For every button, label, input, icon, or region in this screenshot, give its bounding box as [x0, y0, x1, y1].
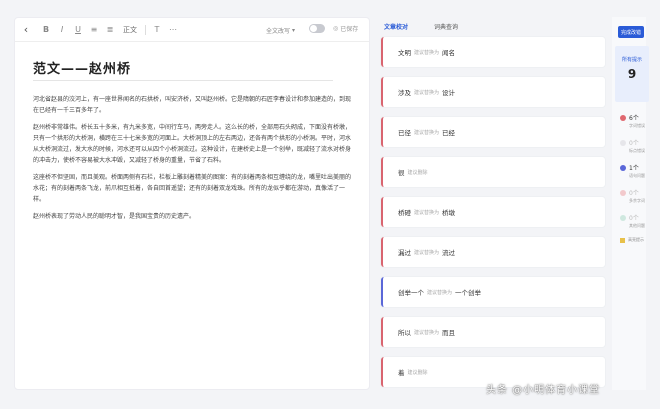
more-icon[interactable]: ⋯	[166, 22, 180, 38]
suggestion-card[interactable]: 漏过 建议替换为 流过	[381, 237, 605, 267]
editor-panel: ‹ B I U ≡ ≣ 正文 T ⋯ 范文——赵州桥 河北省赵县的洨河上，有一座…	[14, 17, 370, 390]
original-word: 涉及	[398, 89, 411, 97]
original-word: 已径	[398, 129, 411, 137]
suggestion-hint: 建议替换为	[427, 289, 453, 296]
suggestion-card[interactable]: 很 建议删除	[381, 157, 605, 187]
original-word: 所以	[398, 329, 411, 337]
review-tabs: 文章校对 词典查询	[384, 22, 484, 39]
suggested-word: 桥墩	[442, 209, 456, 217]
highlight-toggle[interactable]: 高亮提示	[620, 237, 644, 243]
paragraph[interactable]: 赵州桥非常雄伟。桥长五十多米，有九米多宽，中间行车马，两旁走人。这么长的桥，全部…	[33, 122, 351, 166]
saved-status: ◎ 已保存	[333, 24, 358, 33]
suggested-word: 设计	[442, 89, 456, 97]
toolbar-divider	[145, 24, 146, 35]
suggestion-hint: 建议删除	[407, 169, 428, 176]
original-word: 漏过	[398, 249, 411, 257]
mode-select[interactable]: 全文改写 ▾	[266, 24, 295, 36]
document-title[interactable]: 范文——赵州桥	[33, 58, 131, 77]
category-count: 1个	[629, 165, 639, 172]
category-other[interactable]: 0个 其他问题	[620, 213, 650, 229]
suggested-word: 已经	[442, 129, 456, 137]
category-redundant[interactable]: 0个 多余字词	[620, 188, 650, 204]
category-name: 多余字词	[629, 198, 645, 203]
tab-proofread[interactable]: 文章校对	[384, 22, 409, 39]
list-button[interactable]: ≣	[103, 22, 117, 38]
suggestion-card[interactable]: 涉及 建议替换为 设计	[381, 77, 605, 107]
highlight-icon	[620, 237, 625, 243]
title-divider	[33, 80, 333, 81]
suggestion-hint: 建议删除	[407, 369, 428, 376]
suggestion-card[interactable]: 文明 建议替换为 闻名	[381, 37, 605, 67]
font-style-select[interactable]: 正文	[119, 25, 141, 35]
category-dot	[620, 214, 626, 221]
category-sentence[interactable]: 1个 语句问题	[620, 163, 650, 179]
paragraph[interactable]: 赵州桥表现了劳动人民的聪明才智，是我国宝贵的历史遗产。	[33, 211, 351, 222]
suggestion-hint: 建议替换为	[414, 249, 440, 256]
suggestion-hint: 建议替换为	[414, 89, 440, 96]
suggested-word: 而且	[442, 329, 456, 337]
category-count: 0个	[629, 215, 639, 222]
original-word: 着	[398, 369, 405, 377]
issues-sidebar: 完成改错 所有提示 9 6个 字词错误 0个 标点错误 1个 语句问题 0个 多…	[612, 17, 649, 390]
mode-toggle[interactable]	[309, 24, 325, 33]
category-dot	[620, 164, 626, 171]
text-size-icon[interactable]: T	[150, 22, 164, 38]
category-name: 其他问题	[629, 223, 645, 228]
italic-button[interactable]: I	[55, 22, 69, 38]
category-dot	[620, 114, 626, 121]
category-name: 标点错误	[629, 148, 645, 153]
all-issues-summary[interactable]: 所有提示 9	[615, 46, 649, 102]
back-icon[interactable]: ‹	[19, 22, 33, 38]
paragraph[interactable]: 这座桥不但坚固，而且美观。桥面两侧有石栏，栏板上雕刻着精美的图案：有的刻着两条相…	[33, 172, 351, 205]
category-name: 语句问题	[629, 173, 645, 178]
finish-correction-button[interactable]: 完成改错	[618, 26, 644, 38]
document-body[interactable]: 河北省赵县的洨河上，有一座世界闻名的石拱桥，叫安济桥，又叫赵州桥。它是隋朝的石匠…	[33, 94, 351, 228]
category-dot	[620, 189, 626, 196]
category-word-errors[interactable]: 6个 字词错误	[620, 113, 650, 129]
paragraph[interactable]: 河北省赵县的洨河上，有一座世界闻名的石拱桥，叫安济桥，又叫赵州桥。它是隋朝的石匠…	[33, 94, 351, 116]
original-word: 创举一个	[398, 289, 424, 297]
suggested-word: 闻名	[442, 49, 456, 57]
suggestion-card[interactable]: 已径 建议替换为 已经	[381, 117, 605, 147]
suggestion-card[interactable]: 桥磴 建议替换为 桥墩	[381, 197, 605, 227]
suggested-word: 流过	[442, 249, 456, 257]
original-word: 文明	[398, 49, 411, 57]
suggestion-card[interactable]: 所以 建议替换为 而且	[381, 317, 605, 347]
tab-dictionary[interactable]: 词典查询	[434, 22, 458, 36]
highlight-label: 高亮提示	[628, 237, 644, 242]
saved-label: 已保存	[340, 26, 359, 33]
issues-label: 所有提示	[621, 57, 642, 63]
suggestion-hint: 建议替换为	[414, 329, 440, 336]
chevron-down-icon: ▾	[292, 26, 296, 34]
issues-count: 9	[627, 67, 637, 81]
category-count: 0个	[629, 140, 639, 147]
review-list: 文明 建议替换为 闻名 涉及 建议替换为 设计 已径 建议替换为 已经 很 建议…	[381, 37, 605, 397]
original-word: 很	[398, 169, 405, 177]
check-circle-icon: ◎	[333, 25, 339, 32]
category-count: 0个	[629, 190, 639, 197]
original-word: 桥磴	[398, 209, 411, 217]
category-punctuation[interactable]: 0个 标点错误	[620, 138, 650, 154]
category-dot	[620, 139, 626, 146]
suggestion-hint: 建议替换为	[414, 209, 440, 216]
mode-label: 全文改写	[266, 27, 291, 35]
underline-button[interactable]: U	[71, 22, 85, 38]
category-name: 字词错误	[629, 123, 645, 128]
suggested-word: 一个创举	[455, 289, 482, 297]
watermark: 头条 @小明体育小课堂	[486, 385, 601, 396]
align-button[interactable]: ≡	[87, 22, 101, 38]
suggestion-card[interactable]: 创举一个 建议替换为 一个创举	[381, 277, 605, 307]
category-count: 6个	[629, 115, 639, 122]
suggestion-hint: 建议替换为	[414, 49, 440, 56]
suggestion-hint: 建议替换为	[414, 129, 440, 136]
bold-button[interactable]: B	[39, 22, 53, 38]
